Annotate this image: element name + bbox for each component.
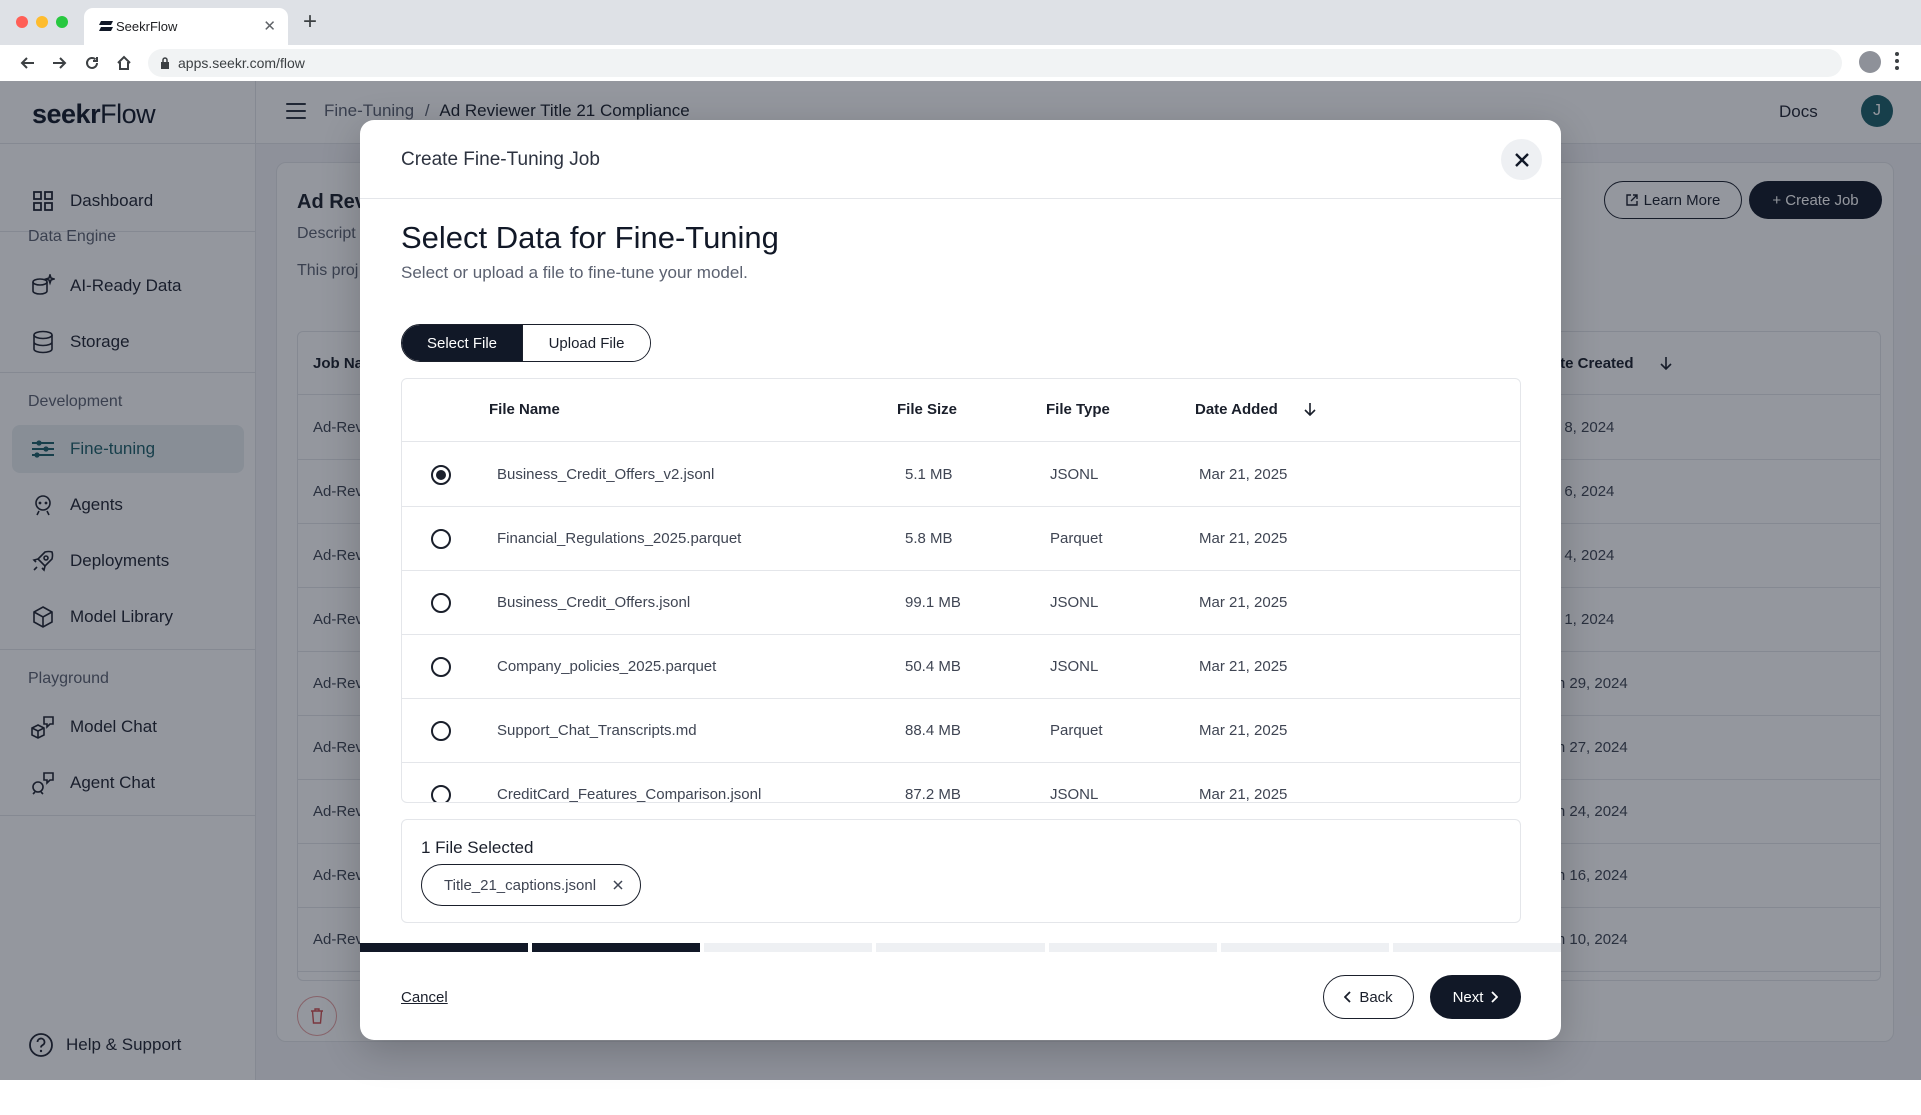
- file-radio-button[interactable]: [431, 785, 451, 802]
- home-icon[interactable]: [112, 51, 136, 75]
- file-row[interactable]: Financial_Regulations_2025.parquet 5.8 MB…: [402, 507, 1520, 571]
- file-size-cell: 87.2 MB: [905, 786, 961, 803]
- browser-menu-icon[interactable]: [1894, 52, 1900, 74]
- file-radio-button[interactable]: [431, 593, 451, 613]
- file-type-cell: Parquet: [1050, 530, 1103, 547]
- file-size-cell: 99.1 MB: [905, 594, 961, 611]
- files-table: File Name File Size File Type Date Added…: [401, 378, 1521, 803]
- profile-avatar[interactable]: [1859, 51, 1881, 73]
- tab-close-icon[interactable]: ✕: [263, 17, 276, 35]
- date-added-cell: Mar 21, 2025: [1199, 658, 1288, 675]
- create-fine-tuning-modal: Create Fine-Tuning Job Select Data for F…: [360, 120, 1561, 1040]
- back-button[interactable]: Back: [1323, 975, 1414, 1019]
- chevron-right-icon: [1491, 991, 1499, 1003]
- file-name-cell: Business_Credit_Offers_v2.jsonl: [497, 466, 715, 483]
- file-row[interactable]: CreditCard_Features_Comparison.jsonl 87.2…: [402, 763, 1520, 803]
- select-file-tab[interactable]: Select File: [402, 325, 522, 361]
- seekr-favicon-icon: [99, 21, 113, 31]
- files-table-header: File Name File Size File Type Date Added: [402, 379, 1520, 442]
- file-size-cell: 5.1 MB: [905, 466, 953, 483]
- maximize-window-button[interactable]: [56, 16, 68, 28]
- file-row[interactable]: Business_Credit_Offers_v2.jsonl 5.1 MB JSO…: [402, 443, 1520, 507]
- file-radio-button[interactable]: [431, 657, 451, 677]
- file-radio-button[interactable]: [431, 721, 451, 741]
- next-button[interactable]: Next: [1430, 975, 1521, 1019]
- close-window-button[interactable]: [16, 16, 28, 28]
- progress-step: [532, 943, 701, 952]
- modal-close-button[interactable]: [1501, 139, 1542, 180]
- tab-strip: SeekrFlow ✕ +: [0, 0, 1921, 45]
- tab-title: SeekrFlow: [116, 19, 178, 34]
- file-name-cell: Company_policies_2025.parquet: [497, 658, 717, 675]
- file-name-cell: Support_Chat_Transcripts.md: [497, 722, 697, 739]
- close-icon: [1514, 152, 1529, 167]
- sort-down-arrow-icon: [1304, 403, 1316, 417]
- progress-step: [704, 943, 873, 952]
- upload-file-tab[interactable]: Upload File: [522, 325, 650, 361]
- back-arrow-icon[interactable]: [16, 51, 40, 75]
- column-header-file-name[interactable]: File Name: [489, 401, 560, 418]
- forward-arrow-icon[interactable]: [47, 51, 71, 75]
- date-added-cell: Mar 21, 2025: [1199, 786, 1288, 803]
- date-added-cell: Mar 21, 2025: [1199, 466, 1288, 483]
- url-text: apps.seekr.com/flow: [178, 55, 305, 71]
- column-header-file-size[interactable]: File Size: [897, 401, 957, 418]
- file-type-cell: JSONL: [1050, 786, 1099, 803]
- file-name-cell: Business_Credit_Offers.jsonl: [497, 594, 691, 611]
- file-source-toggle: Select File Upload File: [401, 324, 651, 362]
- date-added-label: Date Added: [1195, 401, 1278, 418]
- file-name-cell: CreditCard_Features_Comparison.jsonl: [497, 786, 762, 803]
- browser-toolbar: apps.seekr.com/flow: [0, 45, 1921, 81]
- file-type-cell: Parquet: [1050, 722, 1103, 739]
- file-row[interactable]: Company_policies_2025.parquet 50.4 MB JSON…: [402, 635, 1520, 699]
- date-added-cell: Mar 21, 2025: [1199, 722, 1288, 739]
- file-radio-button[interactable]: [431, 465, 451, 485]
- chevron-left-icon: [1344, 991, 1351, 1003]
- progress-step: [1392, 943, 1561, 952]
- new-tab-icon[interactable]: +: [303, 10, 317, 34]
- date-added-cell: Mar 21, 2025: [1199, 530, 1288, 547]
- step-subtitle: Select or upload a file to fine-tune you…: [401, 263, 748, 282]
- step-progress-bar: [360, 943, 1561, 952]
- cancel-link[interactable]: Cancel: [401, 989, 448, 1006]
- date-added-cell: Mar 21, 2025: [1199, 594, 1288, 611]
- next-label: Next: [1452, 988, 1484, 1006]
- progress-step: [360, 943, 529, 952]
- progress-step: [876, 943, 1045, 952]
- file-row[interactable]: Business_Credit_Offers.jsonl 99.1 MB JSONL…: [402, 571, 1520, 635]
- column-header-file-type[interactable]: File Type: [1046, 401, 1110, 418]
- selected-file-chip: Title_21_captions.jsonl: [421, 864, 641, 906]
- progress-step: [1048, 943, 1217, 952]
- selected-file-name: Title_21_captions.jsonl: [444, 876, 597, 894]
- file-size-cell: 5.8 MB: [905, 530, 953, 547]
- progress-step: [1220, 943, 1389, 952]
- file-radio-button[interactable]: [431, 529, 451, 549]
- reload-icon[interactable]: [80, 51, 104, 75]
- minimize-window-button[interactable]: [36, 16, 48, 28]
- remove-file-icon[interactable]: [610, 877, 626, 893]
- file-size-cell: 88.4 MB: [905, 722, 961, 739]
- file-type-cell: JSONL: [1050, 658, 1099, 675]
- file-row[interactable]: Support_Chat_Transcripts.md 88.4 MB Parque…: [402, 699, 1520, 763]
- address-bar[interactable]: apps.seekr.com/flow: [148, 49, 1842, 77]
- modal-header: Create Fine-Tuning Job: [360, 120, 1561, 199]
- browser-tab[interactable]: SeekrFlow ✕: [84, 8, 288, 45]
- file-type-cell: JSONL: [1050, 594, 1099, 611]
- file-size-cell: 50.4 MB: [905, 658, 961, 675]
- selected-count: 1 File Selected: [421, 838, 534, 857]
- step-title: Select Data for Fine-Tuning: [401, 220, 779, 255]
- back-label: Back: [1359, 988, 1393, 1006]
- lock-icon: [161, 57, 169, 69]
- file-type-cell: JSONL: [1050, 466, 1099, 483]
- file-name-cell: Financial_Regulations_2025.parquet: [497, 530, 742, 547]
- modal-title: Create Fine-Tuning Job: [401, 149, 600, 170]
- column-header-date-added[interactable]: Date Added: [1195, 401, 1316, 418]
- selected-files-panel: 1 File Selected Title_21_captions.jsonl: [401, 819, 1521, 923]
